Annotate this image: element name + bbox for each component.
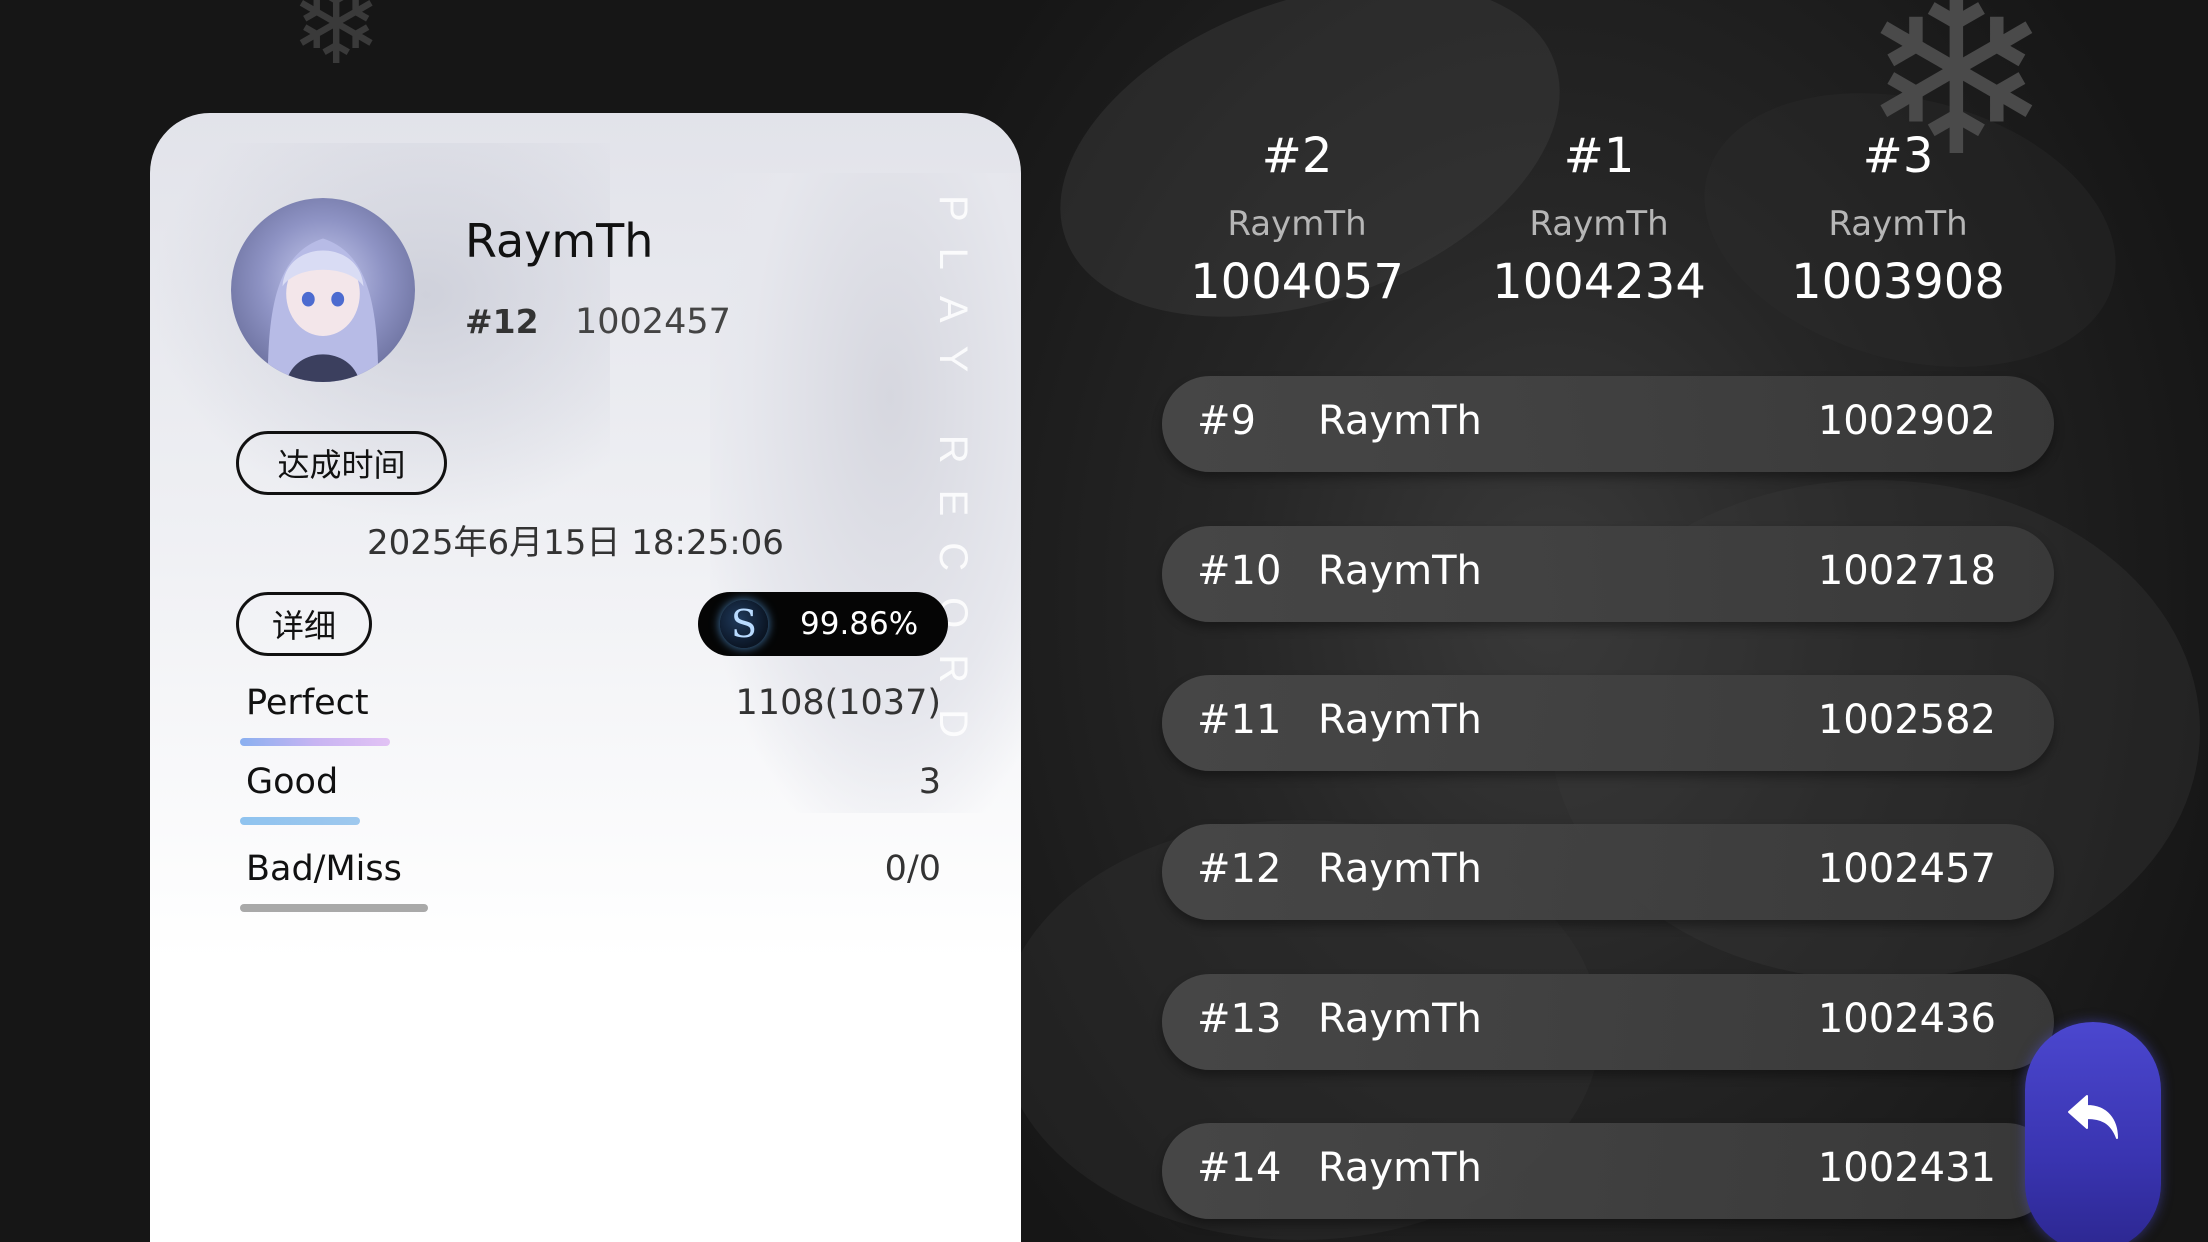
leaderboard-row[interactable]: #13 RaymTh 1002436 — [1162, 974, 2054, 1070]
podium-first[interactable]: #1 RaymTh 1004234 — [1449, 128, 1749, 310]
result-screen: ❄ ❄ PLAY RECORD RaymTh #12 1002457 达成时间 … — [0, 0, 2208, 1242]
judgement-label: Bad/Miss — [246, 849, 402, 889]
podium-name: RaymTh — [1227, 204, 1367, 244]
podium-second[interactable]: #2 RaymTh 1004057 — [1147, 128, 1447, 310]
grade-icon: S — [720, 600, 768, 648]
achieved-time-label: 达成时间 — [236, 431, 447, 495]
leaderboard-row[interactable]: #10 RaymTh 1002718 — [1162, 526, 2054, 622]
snowflake-icon: ❄ — [290, 0, 383, 89]
row-player-name: RaymTh — [1318, 1145, 1482, 1191]
leaderboard-row[interactable]: #14 RaymTh 1002431 — [1162, 1123, 2054, 1219]
row-score: 1002718 — [1817, 548, 1996, 594]
leaderboard-row-current-player[interactable]: #12 RaymTh 1002457 — [1162, 824, 2054, 920]
judgement-value: 1108(1037) — [735, 683, 941, 723]
row-rank: #11 — [1197, 697, 1282, 743]
podium-name: RaymTh — [1529, 204, 1669, 244]
back-button[interactable] — [2025, 1022, 2161, 1242]
judgement-bar — [240, 738, 390, 746]
podium-name: RaymTh — [1828, 204, 1968, 244]
row-rank: #13 — [1197, 996, 1282, 1042]
judgement-bar — [240, 904, 428, 912]
judgement-label: Good — [246, 762, 339, 802]
podium-score: 1003908 — [1791, 254, 2005, 310]
achieved-time: 2025年6月15日 18:25:06 — [367, 523, 784, 563]
player-score: 1002457 — [575, 302, 731, 342]
row-rank: #9 — [1197, 398, 1256, 444]
play-record-label: PLAY RECORD — [931, 195, 975, 765]
detail-button[interactable]: 详细 — [236, 592, 372, 656]
judgement-perfect: Perfect 1108(1037) — [240, 683, 941, 746]
row-score: 1002457 — [1817, 846, 1996, 892]
row-player-name: RaymTh — [1318, 996, 1482, 1042]
podium-rank: #2 — [1261, 128, 1333, 184]
judgement-value: 0/0 — [884, 849, 941, 889]
player-rank: #12 — [465, 302, 539, 341]
judgement-bar — [240, 817, 360, 825]
podium-score: 1004234 — [1492, 254, 1706, 310]
row-score: 1002902 — [1817, 398, 1996, 444]
row-score: 1002582 — [1817, 697, 1996, 743]
leaderboard-row[interactable]: #9 RaymTh 1002902 — [1162, 376, 2054, 472]
leaderboard-row[interactable]: #11 RaymTh 1002582 — [1162, 675, 2054, 771]
row-rank: #14 — [1197, 1145, 1282, 1191]
row-rank: #12 — [1197, 846, 1282, 892]
podium-rank: #1 — [1563, 128, 1635, 184]
podium-rank: #3 — [1862, 128, 1934, 184]
row-rank: #10 — [1197, 548, 1282, 594]
accuracy-value: 99.86% — [800, 606, 919, 642]
row-score: 1002431 — [1817, 1145, 1996, 1191]
podium-score: 1004057 — [1190, 254, 1404, 310]
row-player-name: RaymTh — [1318, 398, 1482, 444]
podium-third[interactable]: #3 RaymTh 1003908 — [1748, 128, 2048, 310]
row-score: 1002436 — [1817, 996, 1996, 1042]
accuracy-badge: S 99.86% — [698, 592, 948, 656]
avatar — [231, 198, 415, 382]
row-player-name: RaymTh — [1318, 697, 1482, 743]
judgement-value: 3 — [918, 762, 941, 802]
judgement-good: Good 3 — [240, 762, 941, 825]
player-name: RaymTh — [465, 214, 654, 268]
row-player-name: RaymTh — [1318, 548, 1482, 594]
back-arrow-icon — [2068, 1095, 2118, 1139]
judgement-bad-miss: Bad/Miss 0/0 — [240, 849, 941, 912]
judgement-label: Perfect — [246, 683, 369, 723]
row-player-name: RaymTh — [1318, 846, 1482, 892]
avatar-portrait — [267, 238, 379, 382]
